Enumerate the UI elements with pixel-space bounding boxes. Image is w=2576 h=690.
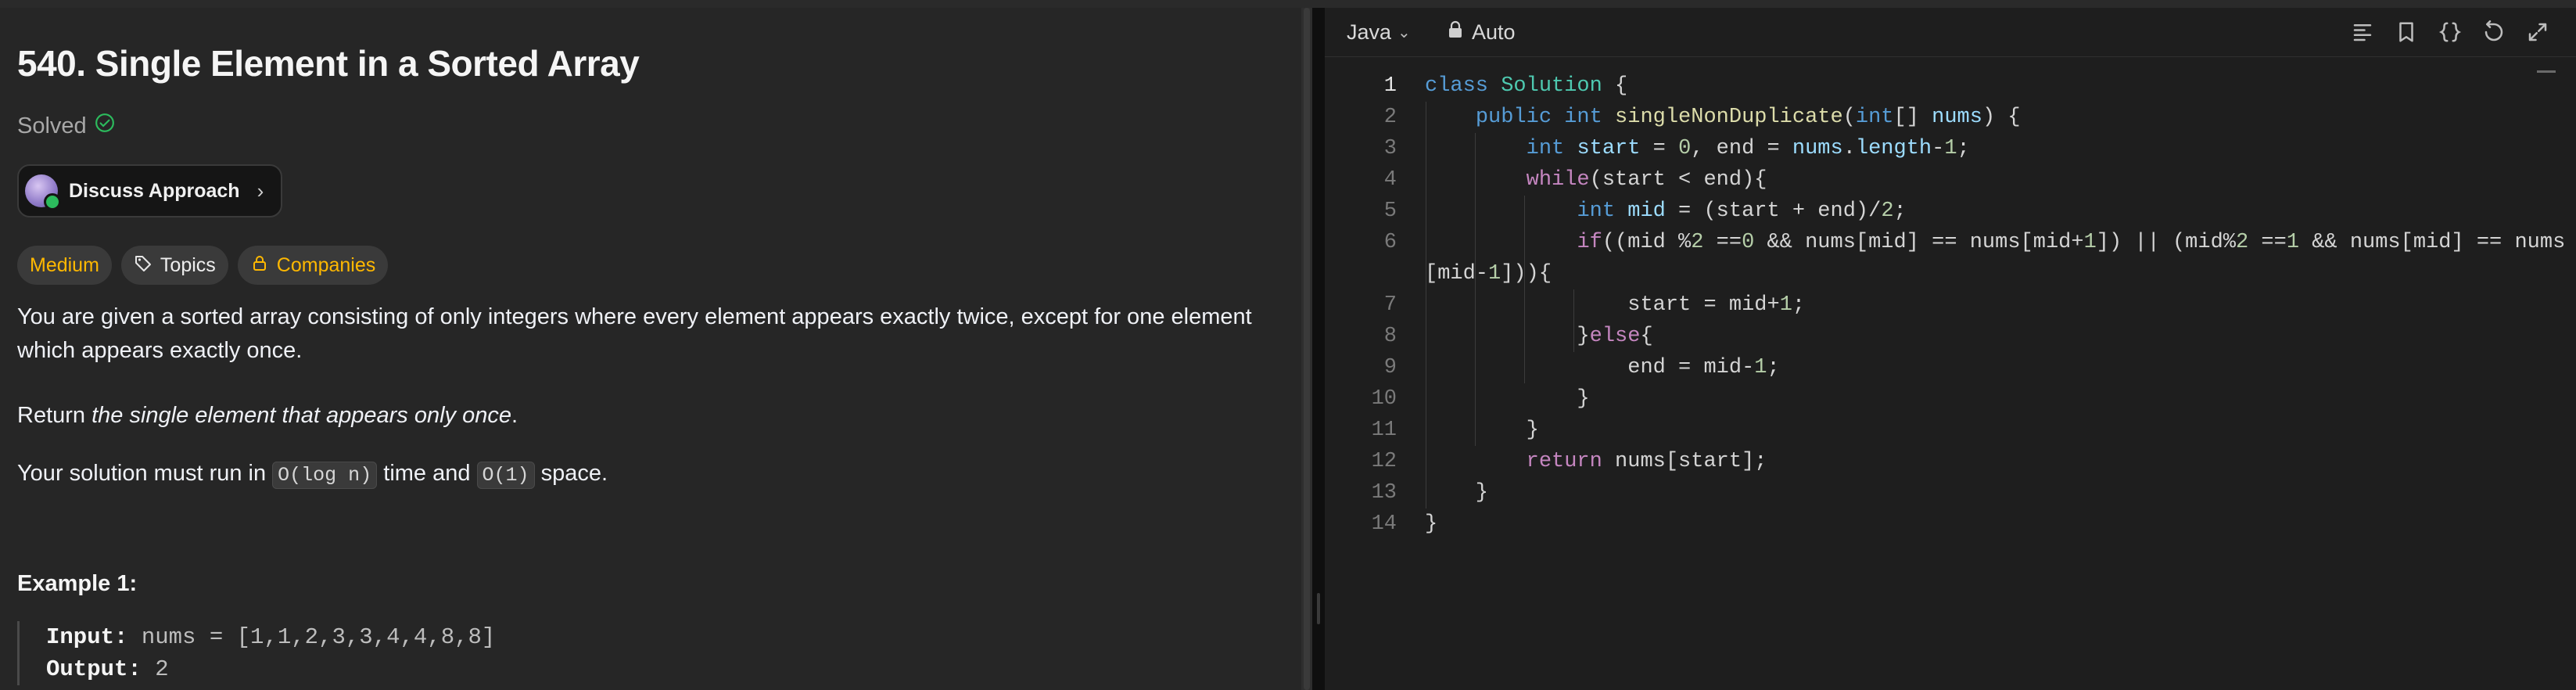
line-number: 10 [1371, 387, 1397, 411]
avatar [25, 174, 61, 210]
time-complexity-code: O(log n) [272, 462, 378, 489]
problem-title: 540. Single Element in a Sorted Array [17, 43, 640, 84]
return-period: . [511, 403, 518, 428]
return-paragraph: Return the single element that appears o… [17, 399, 1284, 433]
code-line: 2 public int singleNonDuplicate(int[] nu… [1325, 102, 2576, 133]
line-number: 14 [1371, 512, 1397, 536]
space-complexity-code: O(1) [476, 462, 535, 489]
auto-mode[interactable]: Auto [1447, 20, 1516, 45]
code-line: 11 } [1325, 415, 2576, 446]
reset-icon[interactable] [2479, 17, 2509, 47]
difficulty-label: Medium [30, 253, 99, 276]
chevron-down-icon: ⌄ [1397, 24, 1411, 41]
lock-icon [1447, 20, 1464, 45]
input-value: nums = [1,1,2,3,3,4,4,8,8] [141, 624, 496, 650]
expand-icon[interactable] [2523, 17, 2553, 47]
return-emphasis: the single element that appears only onc… [91, 403, 511, 428]
difficulty-badge[interactable]: Medium [17, 246, 112, 285]
format-icon[interactable] [2348, 17, 2377, 47]
code-line: 14} [1325, 509, 2576, 540]
bookmark-icon[interactable] [2391, 17, 2421, 47]
solved-label: Solved [17, 113, 87, 138]
input-label: Input: [46, 624, 128, 650]
line-number: 3 [1383, 137, 1397, 160]
top-strip [0, 0, 2576, 8]
constraint-text: time and [377, 461, 477, 486]
code-line: 8 }else{ [1325, 321, 2576, 352]
check-circle-icon [95, 113, 115, 139]
chevron-right-icon: › [257, 178, 264, 203]
example-output: Output: 2 [46, 653, 495, 685]
code-line: 13 } [1325, 477, 2576, 509]
example-block: Input: nums = [1,1,2,3,3,4,4,8,8] Output… [17, 621, 495, 685]
language-label: Java [1347, 20, 1392, 44]
line-number: 13 [1371, 481, 1397, 505]
line-number: 11 [1371, 419, 1397, 442]
line-number: 8 [1383, 325, 1397, 348]
example-input: Input: nums = [1,1,2,3,3,4,4,8,8] [46, 621, 495, 653]
code-area[interactable]: 1 class Solution { 2 public int singleNon… [1325, 70, 2576, 540]
code-line: 3 int start = 0, end = nums.length-1; [1325, 133, 2576, 164]
constraint-text: Your solution must run in [17, 461, 273, 486]
language-selector[interactable]: Java ⌄ [1347, 20, 1411, 45]
output-value: 2 [155, 656, 169, 682]
line-number: 4 [1383, 168, 1397, 192]
constraint-text: space. [534, 461, 608, 486]
code-line-wrap: [mid-1])){ [1425, 262, 1552, 286]
lock-icon [250, 253, 269, 278]
line-number: 12 [1371, 450, 1397, 473]
code-line: 7 start = mid+1; [1325, 289, 2576, 321]
code-editor-panel: Java ⌄ Auto 1 class Solution {2 public … [1325, 8, 2576, 690]
panel-resize-handle[interactable] [1312, 8, 1325, 690]
description-paragraph: You are given a sorted array consisting … [17, 304, 1252, 363]
braces-icon[interactable] [2435, 17, 2465, 47]
code-line: 1 class Solution { [1325, 70, 2576, 102]
discuss-approach-label: Discuss Approach [69, 179, 240, 202]
solved-status: Solved [17, 113, 115, 139]
auto-label: Auto [1472, 20, 1516, 44]
line-number: 6 [1383, 231, 1397, 254]
code-line: 4 while(start < end){ [1325, 164, 2576, 196]
topics-button[interactable]: Topics [120, 246, 228, 285]
line-number: 5 [1383, 199, 1397, 223]
companies-button[interactable]: Companies [237, 246, 389, 285]
output-label: Output: [46, 656, 142, 682]
return-text: Return [17, 403, 92, 428]
code-line: 9 end = mid-1; [1325, 352, 2576, 383]
problem-panel: 540. Single Element in a Sorted Array So… [0, 8, 1312, 690]
line-number: 7 [1383, 293, 1397, 317]
example-heading: Example 1: [17, 571, 138, 596]
topics-label: Topics [160, 253, 216, 276]
code-line: 12 return nums[start]; [1325, 446, 2576, 477]
code-line: 10 } [1325, 383, 2576, 415]
code-line: 6 if((mid %2 ==0 && nums[mid] == nums[mi… [1325, 227, 2576, 258]
line-number: 1 [1383, 74, 1397, 98]
code-line: 5 int mid = (start + end)/2; [1325, 196, 2576, 227]
editor-toolbar: Java ⌄ Auto [1325, 8, 2576, 57]
tag-icon [134, 253, 152, 278]
editor-tools [2348, 17, 2553, 47]
constraint-paragraph: Your solution must run in O(log n) time … [17, 457, 1284, 492]
companies-label: Companies [276, 253, 376, 276]
tag-row: Medium Topics Companies [17, 246, 389, 285]
scrollbar[interactable] [1301, 8, 1312, 690]
line-number: 9 [1383, 356, 1397, 379]
line-number: 2 [1383, 106, 1397, 129]
discuss-approach-button[interactable]: Discuss Approach › [17, 164, 283, 217]
